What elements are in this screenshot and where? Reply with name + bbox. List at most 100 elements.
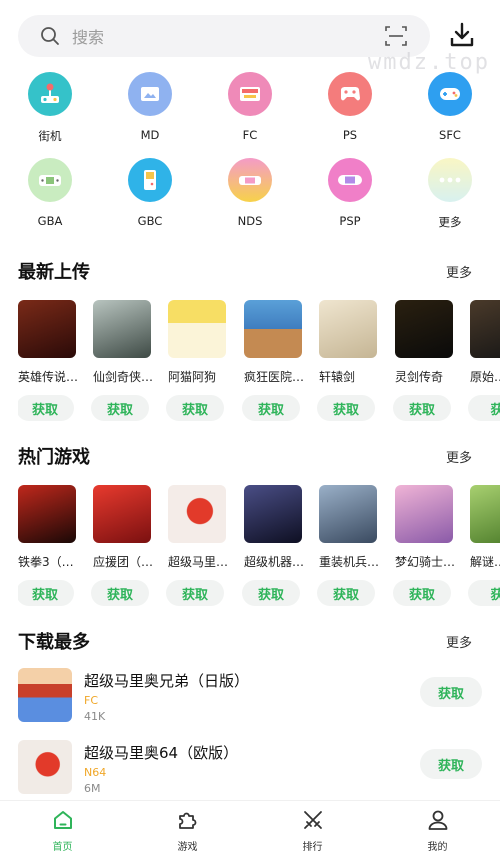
game-thumbnail [395, 485, 453, 543]
game-title: 超级马里奥兄弟（日版） [84, 672, 250, 690]
nds-handheld-icon [228, 158, 272, 202]
platform-tag: FC [84, 694, 99, 707]
get-button[interactable]: 获取 [317, 580, 375, 606]
get-button[interactable]: 获 [468, 395, 500, 421]
more-link[interactable]: 更多 [446, 262, 472, 281]
tab-profile[interactable]: 我的 [375, 801, 500, 862]
category-ps[interactable]: PS [300, 72, 400, 144]
category-sfc[interactable]: SFC [400, 72, 500, 144]
game-name: 阿猫阿狗 [168, 370, 217, 384]
list-item[interactable]: 超级马里奥兄弟（日版） FC 41K 获取 [18, 668, 482, 726]
game-thumbnail [244, 300, 302, 358]
get-button[interactable]: 获取 [317, 395, 375, 421]
hot-games-row[interactable]: 铁拳3（… 获取 应援团（… 获取 超级马里… 获取 超级机器… 获取 重装机兵… [18, 485, 500, 610]
section-top-header: 下载最多 更多 [18, 628, 482, 654]
category-md[interactable]: MD [100, 72, 200, 144]
category-label: GBA [37, 214, 63, 228]
get-button[interactable]: 获取 [166, 580, 224, 606]
game-name: 梦幻骑士… [395, 555, 456, 569]
crossed-swords-icon [303, 811, 322, 829]
category-nds[interactable]: NDS [200, 158, 300, 230]
arcade-joystick-icon [28, 72, 72, 116]
section-latest-header: 最新上传 更多 [18, 258, 482, 284]
game-card[interactable]: 梦幻骑士… 获取 [393, 485, 455, 606]
puzzle-icon [178, 812, 196, 829]
search-input[interactable]: 搜索 [72, 24, 384, 48]
get-button[interactable]: 获取 [393, 580, 451, 606]
category-label: FC [242, 128, 258, 142]
get-button[interactable]: 获取 [420, 749, 482, 779]
latest-games-row[interactable]: 英雄传说… 获取 仙剑奇侠… 获取 阿猫阿狗 获取 疯狂医院… 获取 轩辕剑 获… [18, 300, 500, 425]
category-label: PSP [339, 214, 361, 228]
section-title: 热门游戏 [18, 447, 90, 468]
more-dots-icon [428, 158, 472, 202]
game-card[interactable]: 超级机器… 获取 [242, 485, 304, 606]
get-button[interactable]: 获取 [91, 395, 149, 421]
bottom-tab-bar: 首页 游戏 排行 我的 [0, 800, 500, 862]
tab-label: 首页 [52, 842, 73, 853]
game-thumbnail [18, 485, 76, 543]
category-gba[interactable]: GBA [0, 158, 100, 230]
home-icon [53, 811, 72, 829]
get-button[interactable]: 获取 [420, 677, 482, 707]
fc-console-icon [228, 72, 272, 116]
scan-icon[interactable] [384, 24, 408, 48]
tab-label: 游戏 [177, 842, 198, 853]
game-thumbnail [319, 300, 377, 358]
game-card[interactable]: 灵剑传奇 获取 [393, 300, 453, 421]
game-name: 英雄传说… [18, 370, 79, 384]
md-console-icon [128, 72, 172, 116]
game-card[interactable]: 阿猫阿狗 获取 [166, 300, 226, 421]
game-card[interactable]: 解谜… 获 [468, 485, 500, 606]
category-fc[interactable]: FC [200, 72, 300, 144]
game-thumbnail [395, 300, 453, 358]
profile-icon [428, 810, 447, 830]
get-button[interactable]: 获取 [393, 395, 451, 421]
game-name: 超级机器… [244, 555, 305, 569]
get-button[interactable]: 获 [468, 580, 500, 606]
game-card[interactable]: 轩辕剑 获取 [317, 300, 377, 421]
tab-home[interactable]: 首页 [0, 801, 125, 862]
game-card[interactable]: 原始… 获 [468, 300, 500, 421]
game-thumbnail [470, 485, 500, 543]
section-title: 下载最多 [18, 632, 90, 653]
search-icon [41, 27, 59, 45]
download-icon[interactable] [448, 21, 476, 49]
get-button[interactable]: 获取 [242, 580, 300, 606]
category-psp[interactable]: PSP [300, 158, 400, 230]
category-gbc[interactable]: GBC [100, 158, 200, 230]
get-button[interactable]: 获取 [166, 395, 224, 421]
get-button[interactable]: 获取 [18, 580, 74, 606]
category-grid: 街机 MD FC PS SFC GBA GBC NDS PSP 更多 [0, 72, 500, 230]
file-size: 41K [84, 710, 106, 723]
tab-ranking[interactable]: 排行 [250, 801, 375, 862]
game-name: 应援团（… [93, 555, 154, 569]
game-name: 解谜… [470, 555, 500, 569]
game-name: 轩辕剑 [319, 370, 356, 384]
game-thumbnail [244, 485, 302, 543]
platform-tag: N64 [84, 766, 107, 779]
game-name: 疯狂医院… [244, 370, 305, 384]
get-button[interactable]: 获取 [242, 395, 300, 421]
more-link[interactable]: 更多 [446, 632, 472, 651]
game-name: 灵剑传奇 [395, 370, 444, 384]
get-button[interactable]: 获取 [18, 395, 74, 421]
category-label: NDS [237, 214, 263, 228]
game-name: 重装机兵… [319, 555, 380, 569]
tab-games[interactable]: 游戏 [125, 801, 250, 862]
more-link[interactable]: 更多 [446, 447, 472, 466]
game-card[interactable]: 疯狂医院… 获取 [242, 300, 304, 421]
category-more[interactable]: 更多 [400, 158, 500, 230]
game-name: 铁拳3（… [18, 555, 74, 569]
category-label: 更多 [438, 215, 462, 229]
game-card[interactable]: 铁拳3（… 获取 [18, 485, 76, 606]
category-arcade[interactable]: 街机 [0, 72, 100, 144]
game-card[interactable]: 超级马里… 获取 [166, 485, 228, 606]
game-card[interactable]: 重装机兵… 获取 [317, 485, 379, 606]
get-button[interactable]: 获取 [91, 580, 149, 606]
game-card[interactable]: 仙剑奇侠… 获取 [91, 300, 153, 421]
list-item[interactable]: 超级马里奥64（欧版） N64 6M 获取 [18, 740, 482, 798]
search-bar[interactable]: 搜索 [18, 15, 430, 57]
game-card[interactable]: 英雄传说… 获取 [18, 300, 78, 421]
game-card[interactable]: 应援团（… 获取 [91, 485, 153, 606]
